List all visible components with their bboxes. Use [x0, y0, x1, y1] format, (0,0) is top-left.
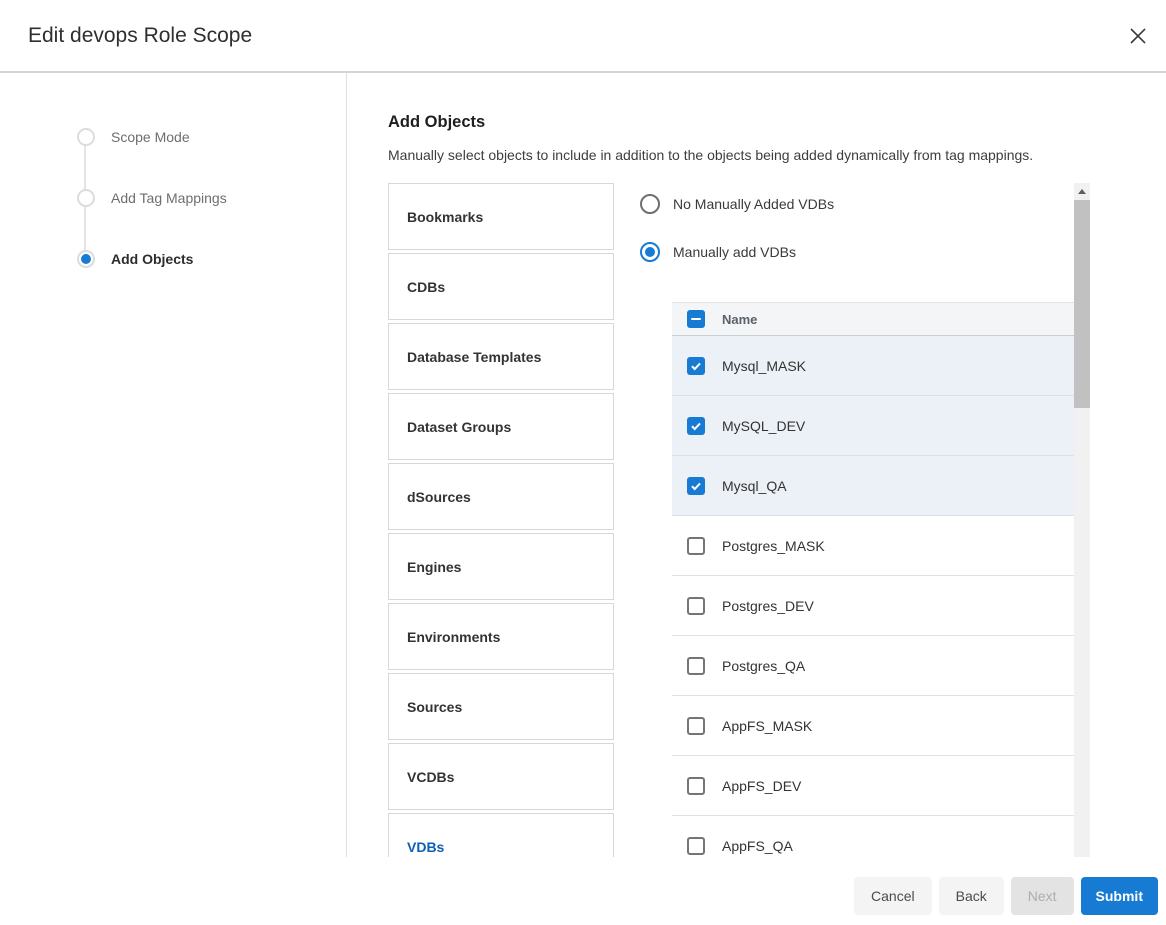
submit-button[interactable]: Submit — [1081, 877, 1158, 915]
radio-label: No Manually Added VDBs — [673, 196, 834, 212]
page-title: Add Objects — [388, 113, 485, 132]
checkbox-unchecked-icon[interactable] — [687, 777, 705, 795]
object-category-list: Bookmarks CDBs Database Templates Dataset G… — [388, 183, 614, 857]
checkbox-unchecked-icon[interactable] — [687, 657, 705, 675]
stepper-step-add-objects[interactable]: Add Objects — [77, 250, 193, 268]
step-circle-icon — [77, 189, 95, 207]
cancel-button[interactable]: Cancel — [854, 877, 932, 915]
step-label: Add Objects — [111, 251, 193, 267]
row-name: AppFS_DEV — [722, 778, 801, 794]
category-label: Sources — [407, 699, 462, 715]
vdb-table: Name Mysql_MASK MySQL_DEV Mysql_QA Postgres… — [672, 302, 1075, 857]
row-name: MySQL_DEV — [722, 418, 805, 434]
table-row-mysql-mask[interactable]: Mysql_MASK — [672, 336, 1075, 396]
table-body: Mysql_MASK MySQL_DEV Mysql_QA Postgres_MASK… — [672, 336, 1075, 857]
row-name: AppFS_QA — [722, 838, 793, 854]
arrow-up-icon — [1078, 189, 1086, 194]
table-row-postgres-qa[interactable]: Postgres_QA — [672, 636, 1075, 696]
column-header-name: Name — [722, 312, 757, 327]
page-description: Manually select objects to include in ad… — [388, 147, 1033, 163]
row-name: Postgres_MASK — [722, 538, 825, 554]
radio-option-manually-add-vdbs[interactable]: Manually add VDBs — [640, 242, 834, 262]
scrollbar[interactable] — [1074, 183, 1090, 857]
step-label: Add Tag Mappings — [111, 190, 227, 206]
stepper-step-add-tag-mappings[interactable]: Add Tag Mappings — [77, 189, 227, 207]
stepper-panel: Scope Mode Add Tag Mappings Add Objects — [0, 73, 347, 857]
checkbox-checked-icon[interactable] — [687, 417, 705, 435]
table-row-mysql-dev[interactable]: MySQL_DEV — [672, 396, 1075, 456]
dialog-body: Scope Mode Add Tag Mappings Add Objects Ad… — [0, 73, 1166, 857]
step-circle-icon — [77, 250, 95, 268]
dialog-footer: CancelBackNextSubmit — [0, 877, 1166, 915]
scrollbar-thumb[interactable] — [1074, 200, 1090, 408]
radio-selected-icon — [640, 242, 660, 262]
category-item-dsources[interactable]: dSources — [388, 463, 614, 530]
scroll-up-button[interactable] — [1074, 183, 1090, 200]
radio-unselected-icon — [640, 194, 660, 214]
category-item-environments[interactable]: Environments — [388, 603, 614, 670]
checkbox-checked-icon[interactable] — [687, 357, 705, 375]
category-item-vcdbs[interactable]: VCDBs — [388, 743, 614, 810]
step-active-dot — [81, 193, 91, 203]
close-icon — [1128, 26, 1148, 49]
table-row-postgres-mask[interactable]: Postgres_MASK — [672, 516, 1075, 576]
checkbox-unchecked-icon[interactable] — [687, 837, 705, 855]
category-label: VCDBs — [407, 769, 454, 785]
checkbox-checked-icon[interactable] — [687, 477, 705, 495]
row-name: Postgres_QA — [722, 658, 805, 674]
vdb-mode-radio-group: No Manually Added VDBs Manually add VDBs — [640, 194, 834, 290]
row-name: Mysql_MASK — [722, 358, 806, 374]
radio-option-no-manually-added-vdbs[interactable]: No Manually Added VDBs — [640, 194, 834, 214]
table-row-mysql-qa[interactable]: Mysql_QA — [672, 456, 1075, 516]
table-row-appfs-qa[interactable]: AppFS_QA — [672, 816, 1075, 857]
step-active-dot — [81, 132, 91, 142]
select-all-checkbox-indeterminate-icon[interactable] — [687, 310, 705, 328]
category-item-cdbs[interactable]: CDBs — [388, 253, 614, 320]
category-label: Bookmarks — [407, 209, 483, 225]
category-item-bookmarks[interactable]: Bookmarks — [388, 183, 614, 250]
stepper-step-scope-mode[interactable]: Scope Mode — [77, 128, 190, 146]
radio-dot — [645, 199, 655, 209]
row-name: Postgres_DEV — [722, 598, 814, 614]
dialog-title: Edit devops Role Scope — [28, 24, 252, 48]
back-button[interactable]: Back — [939, 877, 1004, 915]
radio-dot — [645, 247, 655, 257]
category-label: Database Templates — [407, 349, 541, 365]
category-label: Engines — [407, 559, 461, 575]
minus-icon — [691, 318, 701, 320]
checkbox-unchecked-icon[interactable] — [687, 537, 705, 555]
category-label: CDBs — [407, 279, 445, 295]
category-label: dSources — [407, 489, 471, 505]
step-circle-icon — [77, 128, 95, 146]
checkbox-unchecked-icon[interactable] — [687, 597, 705, 615]
category-label: Dataset Groups — [407, 419, 511, 435]
table-row-appfs-mask[interactable]: AppFS_MASK — [672, 696, 1075, 756]
row-name: Mysql_QA — [722, 478, 787, 494]
category-label: Environments — [407, 629, 500, 645]
category-item-dataset-groups[interactable]: Dataset Groups — [388, 393, 614, 460]
dialog-header: Edit devops Role Scope — [0, 0, 1166, 73]
step-active-dot — [81, 254, 91, 264]
category-item-database-templates[interactable]: Database Templates — [388, 323, 614, 390]
row-name: AppFS_MASK — [722, 718, 812, 734]
next-button[interactable]: Next — [1011, 877, 1074, 915]
step-label: Scope Mode — [111, 129, 190, 145]
close-button[interactable] — [1126, 25, 1150, 49]
category-item-sources[interactable]: Sources — [388, 673, 614, 740]
checkbox-unchecked-icon[interactable] — [687, 717, 705, 735]
radio-label: Manually add VDBs — [673, 244, 796, 260]
table-row-appfs-dev[interactable]: AppFS_DEV — [672, 756, 1075, 816]
table-row-postgres-dev[interactable]: Postgres_DEV — [672, 576, 1075, 636]
category-item-engines[interactable]: Engines — [388, 533, 614, 600]
category-item-vdbs[interactable]: VDBs — [388, 813, 614, 857]
table-header-row: Name — [672, 302, 1075, 336]
category-label: VDBs — [407, 839, 444, 855]
